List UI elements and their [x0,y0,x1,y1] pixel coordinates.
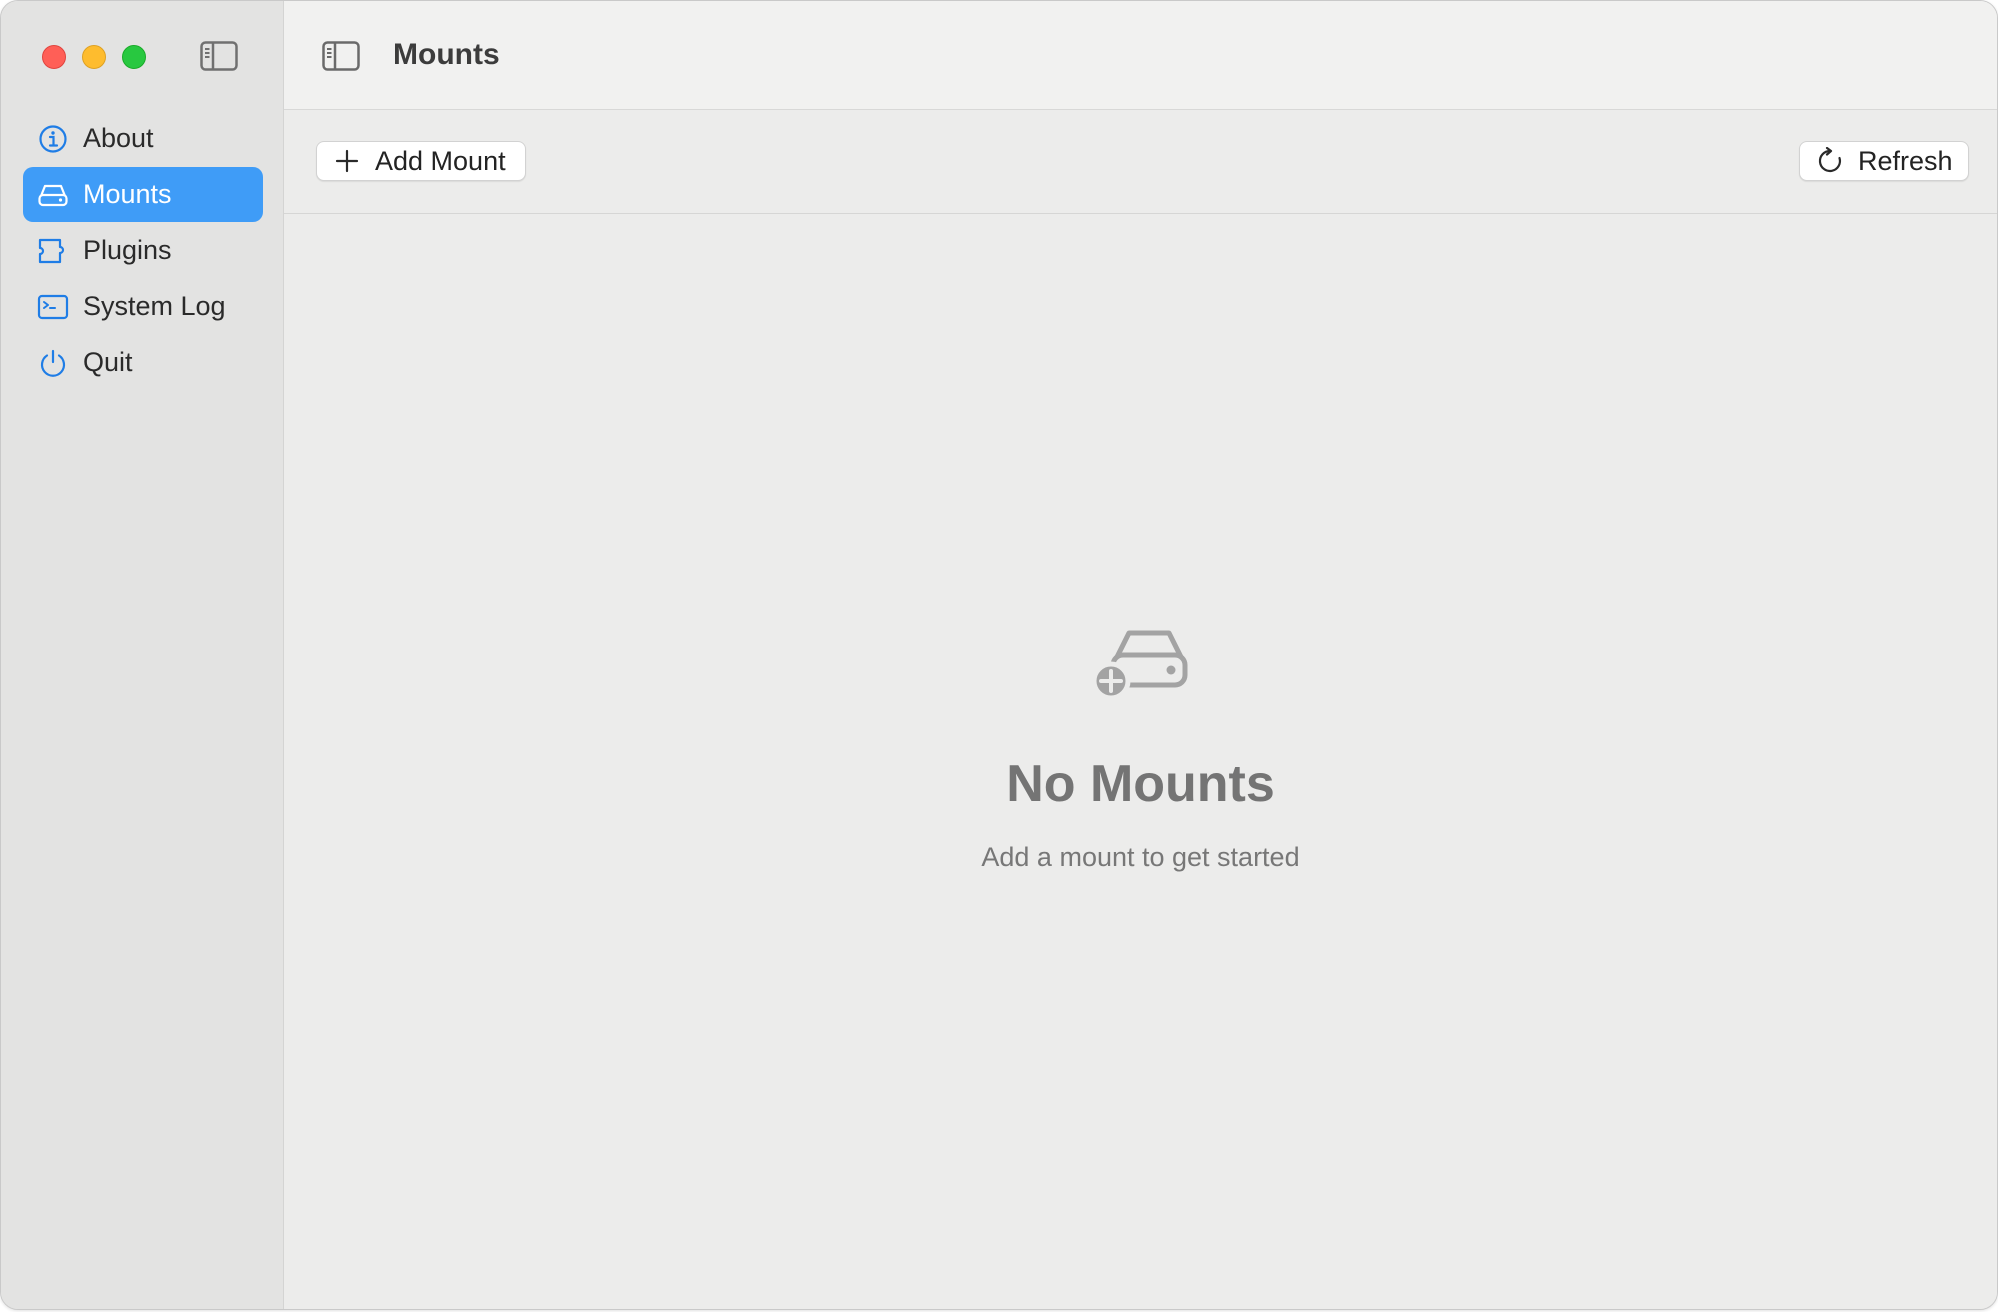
empty-state-title: No Mounts [1006,755,1275,813]
refresh-button[interactable]: Refresh [1799,141,1969,181]
toolbar: Add Mount Refresh [284,110,1997,214]
minimize-window-button[interactable] [82,45,106,69]
page-title: Mounts [393,38,500,71]
sidebar-item-label: About [83,123,154,153]
sidebar-toggle-button[interactable] [200,41,238,71]
drive-add-icon [1091,621,1191,701]
refresh-label: Refresh [1858,145,1953,176]
sidebar-item-label: Quit [83,347,133,377]
main-pane: Mounts Add Mount Refresh No Mounts Add a… [284,1,1997,1309]
sidebar-item-system-log[interactable]: System Log [23,279,263,334]
sidebar-toggle-button[interactable] [322,41,360,71]
sidebar-item-label: System Log [83,291,226,321]
add-mount-label: Add Mount [375,145,506,176]
sidebar-item-mounts[interactable]: Mounts [23,167,263,222]
sidebar-item-plugins[interactable]: Plugins [23,223,263,278]
sidebar-nav: About Mounts Plugins System Log Quit [23,111,263,391]
sidebar-item-about[interactable]: About [23,111,263,166]
refresh-icon [1816,147,1844,175]
close-window-button[interactable] [42,45,66,69]
power-icon [37,347,69,379]
info-circle-icon [37,123,69,155]
sidebar-icon [200,41,238,71]
sidebar: About Mounts Plugins System Log Quit [1,1,284,1309]
titlebar: Mounts [284,1,1997,110]
puzzle-icon [37,235,69,267]
empty-state-subtitle: Add a mount to get started [981,842,1300,872]
sidebar-item-label: Plugins [83,235,172,265]
drive-icon [37,179,69,211]
app-window: About Mounts Plugins System Log Quit Mou… [0,0,1998,1310]
empty-state: No Mounts Add a mount to get started [284,621,1997,873]
plus-icon [333,147,361,175]
sidebar-item-quit[interactable]: Quit [23,335,263,390]
add-mount-button[interactable]: Add Mount [316,141,526,181]
terminal-icon [37,291,69,323]
sidebar-icon [322,41,360,71]
zoom-window-button[interactable] [122,45,146,69]
sidebar-item-label: Mounts [83,179,172,209]
